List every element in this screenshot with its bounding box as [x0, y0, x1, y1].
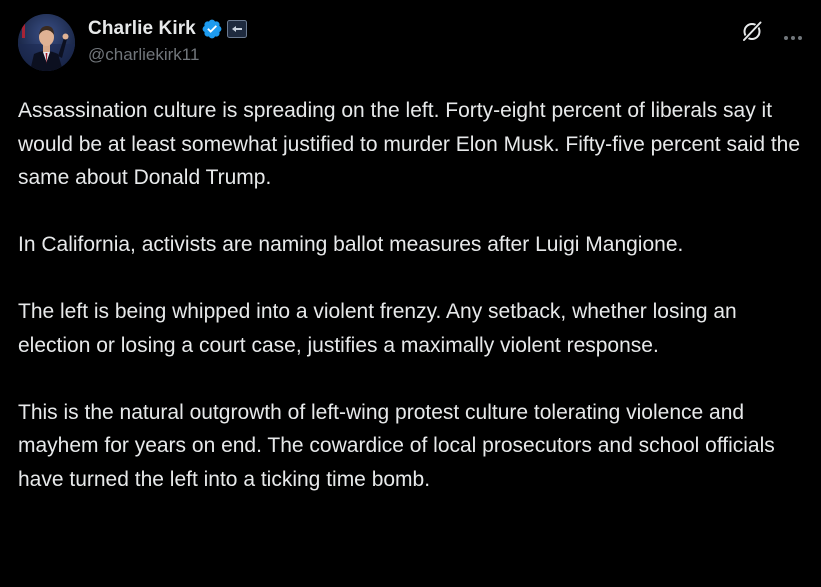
post-paragraph: In California, activists are naming ball…: [18, 233, 684, 256]
avatar-image: [18, 14, 75, 71]
display-name[interactable]: Charlie Kirk: [88, 18, 196, 40]
author-block: Charlie Kirk @charliekirk11: [88, 16, 247, 65]
more-options-icon[interactable]: [783, 28, 803, 40]
grok-icon[interactable]: [741, 20, 763, 42]
post-paragraph: Assassination culture is spreading on th…: [18, 99, 801, 189]
name-row: Charlie Kirk: [88, 16, 247, 42]
post-paragraph: The left is being whipped into a violent…: [18, 300, 737, 357]
post-header: Charlie Kirk @charliekirk11: [18, 14, 803, 74]
author-handle[interactable]: @charliekirk11: [88, 45, 247, 65]
avatar[interactable]: [18, 14, 75, 71]
affiliation-badge-icon[interactable]: [226, 20, 247, 38]
post-paragraph: This is the natural outgrowth of left-wi…: [18, 400, 775, 491]
verified-badge-icon: [201, 18, 223, 40]
post-text: Assassination culture is spreading on th…: [18, 94, 808, 496]
post-card: Charlie Kirk @charliekirk11 Assassinatio…: [0, 0, 821, 587]
